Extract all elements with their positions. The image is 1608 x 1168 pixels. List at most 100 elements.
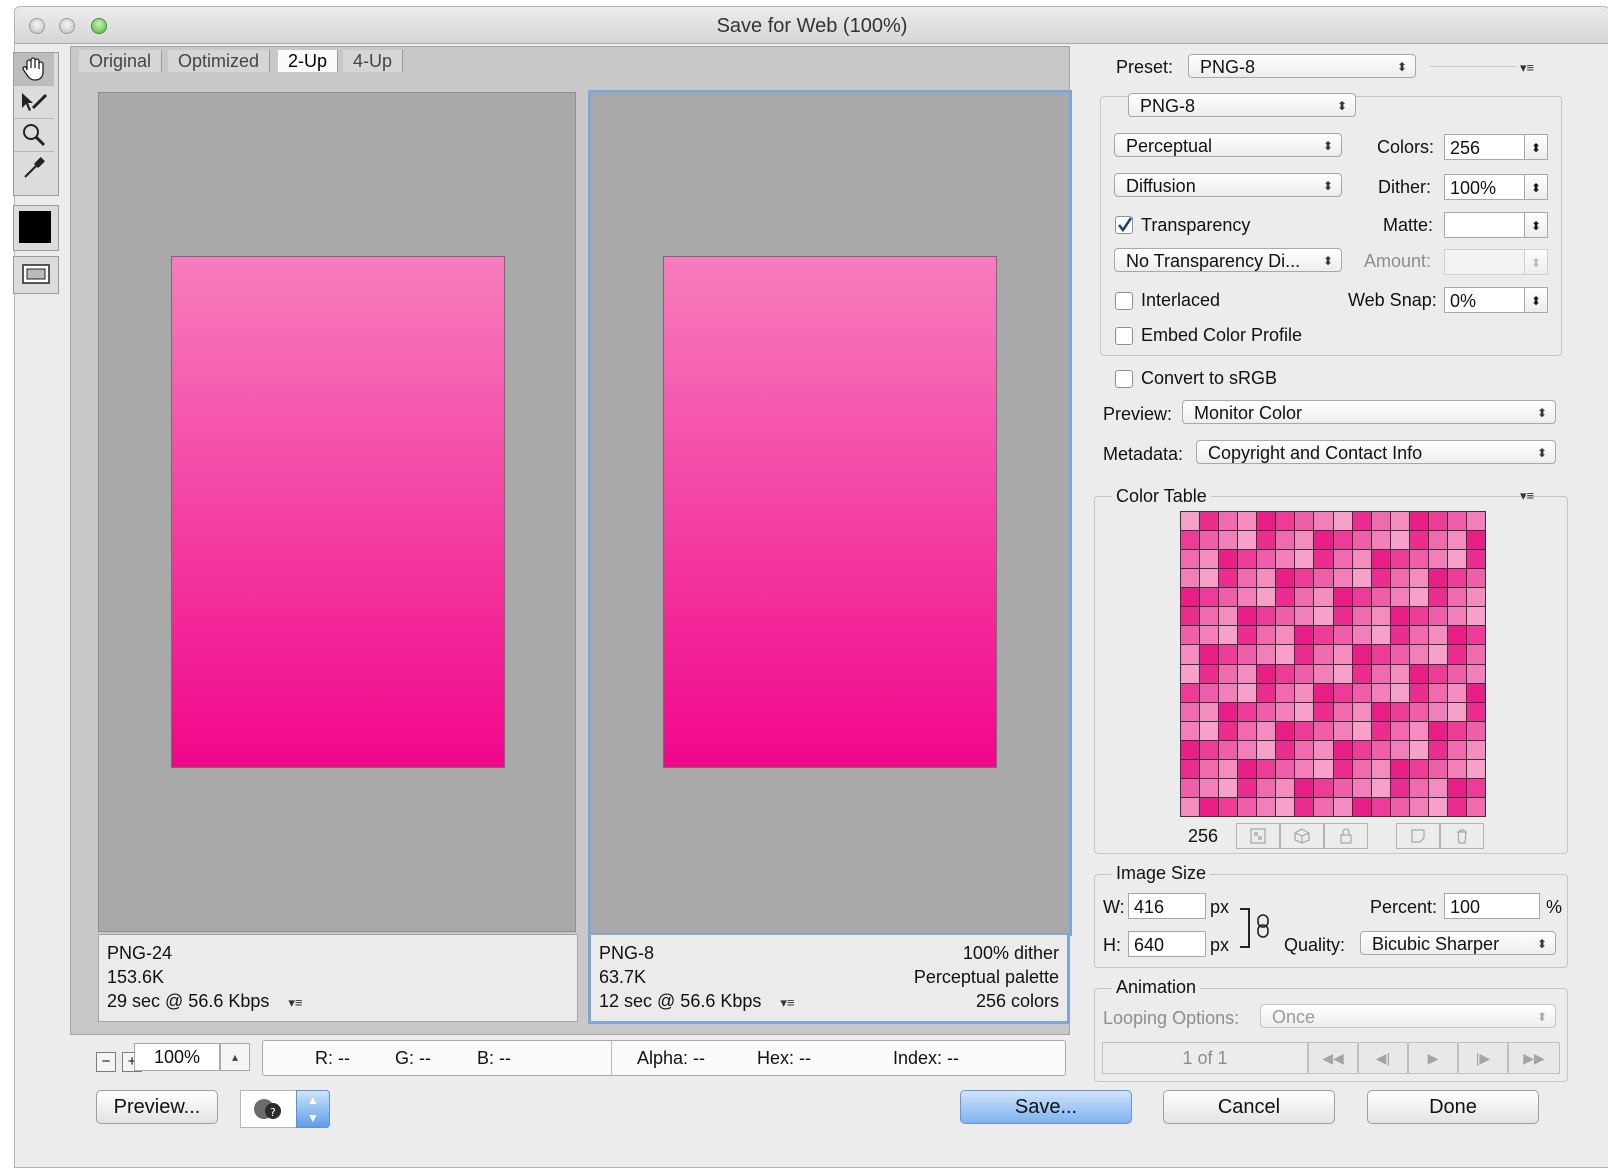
slice-visibility-icon[interactable] bbox=[22, 263, 50, 285]
color-swatch[interactable] bbox=[1428, 702, 1447, 721]
color-swatch[interactable] bbox=[1390, 759, 1409, 778]
color-swatch[interactable] bbox=[1200, 778, 1219, 797]
color-reduction-select[interactable]: Perceptual ⬍ bbox=[1114, 133, 1342, 157]
color-swatch[interactable] bbox=[1390, 569, 1409, 588]
color-swatch[interactable] bbox=[1238, 569, 1257, 588]
color-swatch[interactable] bbox=[1409, 797, 1428, 816]
color-swatch[interactable] bbox=[1257, 645, 1276, 664]
color-swatch[interactable] bbox=[1257, 797, 1276, 816]
color-swatch[interactable] bbox=[1200, 797, 1219, 816]
color-swatch[interactable] bbox=[1295, 588, 1314, 607]
zoom-level-field[interactable]: 100% bbox=[134, 1043, 220, 1071]
color-swatch[interactable] bbox=[1276, 797, 1295, 816]
color-swatch[interactable] bbox=[1238, 797, 1257, 816]
color-swatch[interactable] bbox=[1352, 759, 1371, 778]
next-frame-button[interactable]: |▶ bbox=[1458, 1042, 1508, 1074]
color-swatch[interactable] bbox=[1181, 512, 1200, 531]
color-swatch[interactable] bbox=[1447, 569, 1466, 588]
color-swatch[interactable] bbox=[1333, 607, 1352, 626]
color-swatch[interactable] bbox=[1181, 778, 1200, 797]
color-swatch[interactable] bbox=[1200, 569, 1219, 588]
color-swatch[interactable] bbox=[1352, 607, 1371, 626]
color-swatch[interactable] bbox=[1276, 531, 1295, 550]
color-swatch[interactable] bbox=[1200, 550, 1219, 569]
color-swatch[interactable] bbox=[1219, 721, 1238, 740]
color-swatch[interactable] bbox=[1257, 569, 1276, 588]
color-swatch[interactable] bbox=[1371, 645, 1390, 664]
color-swatch[interactable] bbox=[1428, 778, 1447, 797]
color-swatch[interactable] bbox=[1276, 721, 1295, 740]
color-swatch[interactable] bbox=[1295, 778, 1314, 797]
color-swatch[interactable] bbox=[1428, 512, 1447, 531]
color-swatch[interactable] bbox=[1257, 759, 1276, 778]
color-swatch[interactable] bbox=[1200, 645, 1219, 664]
color-swatch[interactable] bbox=[1333, 531, 1352, 550]
color-swatch[interactable] bbox=[1428, 797, 1447, 816]
color-swatch[interactable] bbox=[1219, 588, 1238, 607]
slice-select-tool-button[interactable] bbox=[14, 86, 54, 119]
color-swatch[interactable] bbox=[1352, 683, 1371, 702]
color-swatch[interactable] bbox=[1333, 512, 1352, 531]
matte-field[interactable] bbox=[1444, 212, 1526, 238]
color-swatch[interactable] bbox=[1314, 550, 1333, 569]
color-swatch[interactable] bbox=[1352, 512, 1371, 531]
eyedropper-color-swatch[interactable] bbox=[19, 211, 51, 243]
tab-original[interactable]: Original bbox=[79, 50, 163, 72]
color-swatch[interactable] bbox=[1276, 778, 1295, 797]
preview-select[interactable]: Monitor Color ⬍ bbox=[1182, 400, 1556, 424]
color-swatch[interactable] bbox=[1181, 645, 1200, 664]
color-swatch[interactable] bbox=[1390, 797, 1409, 816]
color-swatch[interactable] bbox=[1352, 645, 1371, 664]
color-swatch[interactable] bbox=[1409, 664, 1428, 683]
optimized-panel-menu-icon[interactable]: ▾≡ bbox=[780, 995, 794, 1010]
color-swatch[interactable] bbox=[1200, 512, 1219, 531]
transparency-checkbox[interactable] bbox=[1115, 216, 1133, 234]
color-swatch[interactable] bbox=[1428, 626, 1447, 645]
color-swatch[interactable] bbox=[1200, 607, 1219, 626]
color-swatch[interactable] bbox=[1352, 664, 1371, 683]
color-swatch[interactable] bbox=[1314, 645, 1333, 664]
color-swatch[interactable] bbox=[1352, 721, 1371, 740]
add-color-button[interactable] bbox=[1396, 823, 1440, 849]
color-swatch[interactable] bbox=[1466, 531, 1485, 550]
color-swatch[interactable] bbox=[1390, 531, 1409, 550]
color-swatch[interactable] bbox=[1219, 550, 1238, 569]
color-swatch[interactable] bbox=[1409, 607, 1428, 626]
color-swatch[interactable] bbox=[1295, 721, 1314, 740]
color-swatch[interactable] bbox=[1238, 512, 1257, 531]
color-swatch[interactable] bbox=[1466, 512, 1485, 531]
color-swatch[interactable] bbox=[1428, 721, 1447, 740]
color-swatch[interactable] bbox=[1333, 569, 1352, 588]
color-swatch[interactable] bbox=[1181, 626, 1200, 645]
tab-4-up[interactable]: 4-Up bbox=[343, 50, 404, 72]
color-swatch[interactable] bbox=[1409, 683, 1428, 702]
cancel-button[interactable]: Cancel bbox=[1163, 1090, 1335, 1124]
first-frame-button[interactable]: ◀◀ bbox=[1308, 1042, 1358, 1074]
interlaced-checkbox[interactable] bbox=[1115, 292, 1133, 310]
color-swatch[interactable] bbox=[1466, 740, 1485, 759]
color-swatch[interactable] bbox=[1276, 512, 1295, 531]
color-swatch[interactable] bbox=[1181, 550, 1200, 569]
web-snap-field[interactable]: 0% bbox=[1444, 287, 1526, 313]
color-swatch[interactable] bbox=[1409, 569, 1428, 588]
color-swatch[interactable] bbox=[1371, 721, 1390, 740]
web-snap-stepper[interactable]: ⬍ bbox=[1524, 287, 1548, 313]
color-swatch[interactable] bbox=[1257, 626, 1276, 645]
color-swatch[interactable] bbox=[1371, 759, 1390, 778]
color-swatch[interactable] bbox=[1314, 607, 1333, 626]
color-swatch[interactable] bbox=[1371, 683, 1390, 702]
dither-algorithm-select[interactable]: Diffusion ⬍ bbox=[1114, 173, 1342, 197]
color-swatch[interactable] bbox=[1371, 740, 1390, 759]
color-swatch[interactable] bbox=[1200, 664, 1219, 683]
color-swatch[interactable] bbox=[1428, 550, 1447, 569]
previous-frame-button[interactable]: ◀| bbox=[1358, 1042, 1408, 1074]
color-swatch[interactable] bbox=[1428, 645, 1447, 664]
color-swatch[interactable] bbox=[1447, 626, 1466, 645]
color-swatch[interactable] bbox=[1314, 531, 1333, 550]
color-swatch[interactable] bbox=[1428, 740, 1447, 759]
color-swatch[interactable] bbox=[1314, 626, 1333, 645]
color-swatch[interactable] bbox=[1390, 588, 1409, 607]
color-swatch[interactable] bbox=[1447, 683, 1466, 702]
color-swatch[interactable] bbox=[1409, 721, 1428, 740]
transparency-dither-select[interactable]: No Transparency Di... ⬍ bbox=[1114, 248, 1342, 272]
